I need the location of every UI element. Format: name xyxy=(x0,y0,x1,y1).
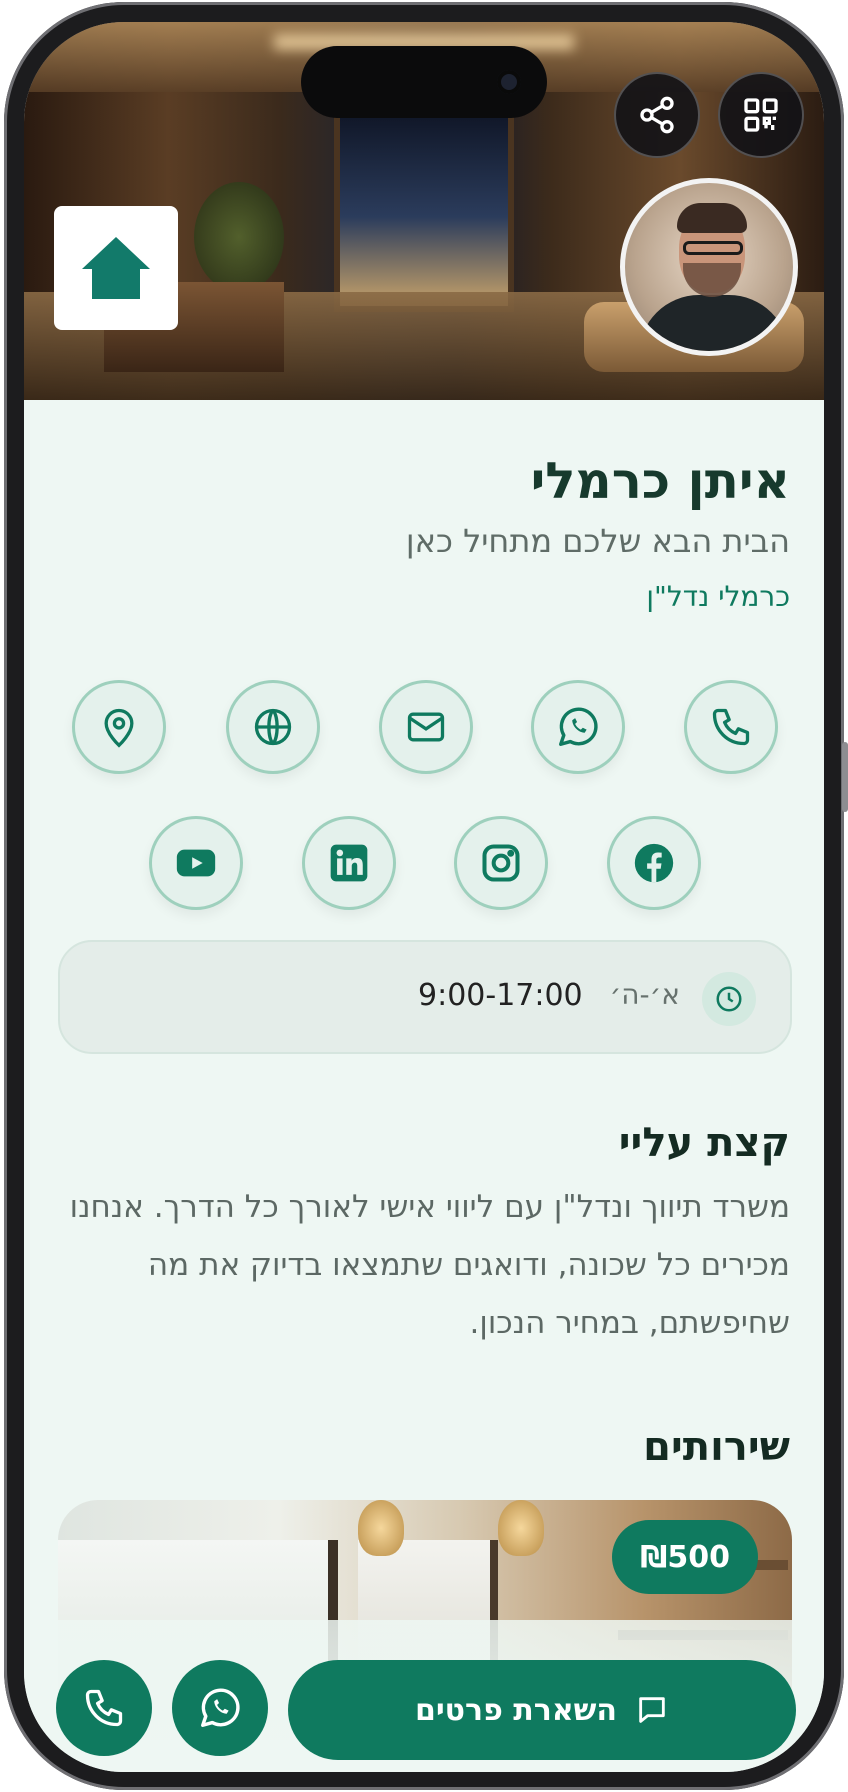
email-button[interactable] xyxy=(379,680,473,774)
business-time: 9:00-17:00 xyxy=(418,978,583,1013)
phone-icon xyxy=(712,708,750,746)
company-logo xyxy=(54,206,178,330)
location-button[interactable] xyxy=(72,680,166,774)
facebook-icon xyxy=(634,843,674,883)
screen: איתן כרמלי הבית הבא שלכם מתחיל כאן כרמלי… xyxy=(24,22,824,1772)
instagram-button[interactable] xyxy=(454,816,548,910)
instagram-icon xyxy=(482,844,520,882)
dynamic-island xyxy=(301,46,547,118)
profile-name: איתן כרמלי xyxy=(530,452,790,510)
whatsapp-icon xyxy=(559,707,598,746)
qr-code-button[interactable] xyxy=(718,72,804,158)
youtube-button[interactable] xyxy=(149,816,243,910)
services-title: שירותים xyxy=(643,1424,790,1470)
whatsapp-button[interactable] xyxy=(531,680,625,774)
business-days: א׳-ה׳ xyxy=(609,978,680,1011)
whatsapp-icon xyxy=(201,1688,240,1727)
linkedin-icon xyxy=(330,844,368,882)
bottom-action-bar: השארת פרטים xyxy=(24,1620,824,1772)
location-icon xyxy=(104,708,134,748)
email-icon xyxy=(407,712,445,742)
website-button[interactable] xyxy=(226,680,320,774)
avatar xyxy=(620,178,798,356)
side-button xyxy=(842,742,848,812)
clock-icon xyxy=(702,972,756,1026)
leave-details-button[interactable]: השארת פרטים xyxy=(288,1660,796,1760)
about-text: משרד תיווך ונדל"ן עם ליווי אישי לאורך כל… xyxy=(69,1189,790,1341)
service-price-badge: ₪500 xyxy=(612,1520,758,1594)
leave-details-label: השארת פרטים xyxy=(414,1692,618,1728)
about-title: קצת עליי xyxy=(618,1120,790,1166)
whatsapp-action-button[interactable] xyxy=(172,1660,268,1756)
qr-code-icon xyxy=(744,98,778,132)
phone-icon xyxy=(85,1689,123,1727)
call-button[interactable] xyxy=(56,1660,152,1756)
youtube-icon xyxy=(176,849,216,877)
share-button[interactable] xyxy=(614,72,700,158)
linkedin-button[interactable] xyxy=(302,816,396,910)
phone-button[interactable] xyxy=(684,680,778,774)
message-icon xyxy=(639,1697,665,1723)
phone-frame: איתן כרמלי הבית הבא שלכם מתחיל כאן כרמלי… xyxy=(4,2,848,1790)
company-name: כרמלי נדל"ן xyxy=(646,580,790,613)
house-icon xyxy=(82,237,150,299)
profile-tagline: הבית הבא שלכם מתחיל כאן xyxy=(405,522,790,560)
business-hours-card: א׳-ה׳ 9:00-17:00 xyxy=(58,940,792,1054)
share-icon xyxy=(640,96,674,134)
website-icon xyxy=(254,708,292,746)
facebook-button[interactable] xyxy=(607,816,701,910)
